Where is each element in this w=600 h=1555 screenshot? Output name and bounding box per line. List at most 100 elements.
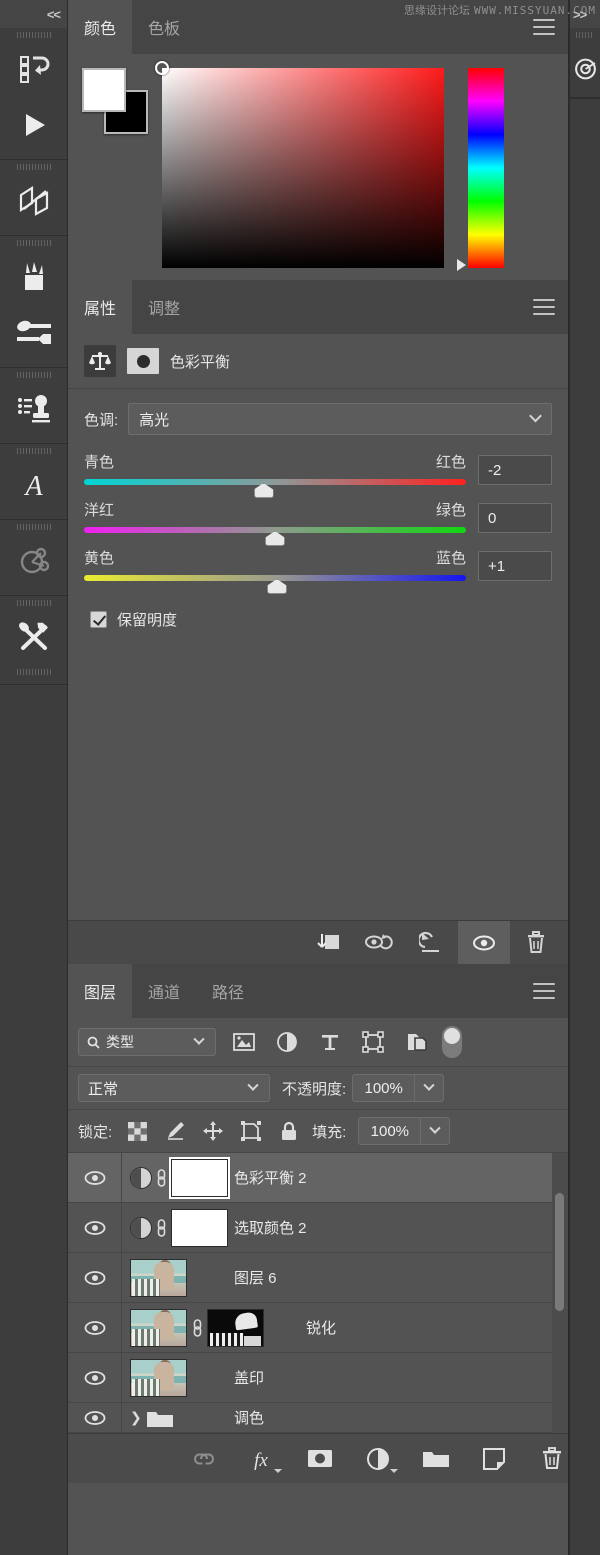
filter-type-select[interactable]: 类型 — [78, 1028, 216, 1056]
table-row[interactable]: 选取颜色 2 — [68, 1202, 568, 1253]
layer-scrollbar-thumb[interactable] — [555, 1193, 564, 1311]
adjustment-filter-icon[interactable] — [265, 1027, 308, 1057]
hue-slider[interactable] — [457, 68, 504, 271]
foreground-color-swatch[interactable] — [82, 68, 126, 112]
tab-swatches[interactable]: 色板 — [132, 0, 197, 54]
layer-visibility-toggle[interactable] — [68, 1152, 122, 1203]
lock-transparency-icon[interactable] — [118, 1118, 156, 1144]
layer-image-thumbnail[interactable] — [130, 1258, 187, 1297]
tone-select[interactable]: 高光 — [128, 403, 552, 435]
layer-thumbnails[interactable] — [122, 1308, 294, 1347]
layer-visibility-toggle[interactable] — [68, 1202, 122, 1253]
delete-layer-icon[interactable] — [537, 1444, 567, 1474]
link-mask-icon[interactable] — [156, 1168, 167, 1188]
layer-image-thumbnail[interactable] — [130, 1358, 187, 1397]
delete-icon[interactable] — [510, 921, 562, 965]
layer-mask-thumbnail[interactable] — [171, 1158, 228, 1197]
fill-stepper[interactable] — [420, 1117, 451, 1145]
layer-visibility-toggle[interactable] — [68, 1352, 122, 1403]
add-mask-icon[interactable] — [305, 1444, 335, 1474]
adjustment-thumbnail[interactable] — [130, 1216, 152, 1239]
pixel-filter-icon[interactable] — [222, 1027, 265, 1057]
play-icon[interactable] — [0, 97, 67, 153]
tab-adjustments[interactable]: 调整 — [132, 280, 197, 334]
slider-thumb[interactable] — [265, 531, 285, 546]
slider-value-input[interactable]: 0 — [478, 503, 552, 533]
rail-grip[interactable] — [0, 444, 67, 457]
fill-input[interactable]: 100% — [358, 1117, 421, 1145]
preview-toggle-icon[interactable] — [354, 921, 406, 965]
new-group-icon[interactable] — [421, 1444, 451, 1474]
actions-icon[interactable] — [0, 41, 67, 97]
filter-enable-toggle[interactable] — [442, 1026, 462, 1058]
link-mask-icon[interactable] — [156, 1218, 167, 1238]
slider-thumb[interactable] — [253, 483, 274, 498]
new-layer-icon[interactable] — [479, 1444, 509, 1474]
layer-mask-thumbnail[interactable] — [127, 348, 159, 374]
slider-value-input[interactable]: +1 — [478, 551, 552, 581]
chevron-right-icon[interactable]: ❯ — [130, 1409, 142, 1426]
rail-grip[interactable] — [0, 596, 67, 609]
link-mask-icon[interactable] — [191, 1318, 203, 1338]
tab-paths[interactable]: 路径 — [196, 964, 261, 1018]
slider-track[interactable] — [84, 575, 466, 594]
hue-marker-icon[interactable] — [457, 259, 466, 271]
reset-icon[interactable] — [406, 921, 458, 965]
rail-collapse-bar[interactable]: << — [0, 0, 67, 28]
tool-presets-icon[interactable] — [0, 609, 67, 665]
rail-grip[interactable] — [0, 665, 67, 678]
layer-style-icon[interactable]: fx — [247, 1444, 282, 1474]
blend-mode-select[interactable]: 正常 — [78, 1074, 270, 1102]
tab-channels[interactable]: 通道 — [132, 964, 197, 1018]
preserve-luminosity-checkbox[interactable] — [90, 611, 107, 628]
brushes-icon[interactable] — [0, 249, 67, 305]
type-filter-icon[interactable] — [308, 1027, 351, 1057]
glyphs-icon[interactable]: A — [0, 457, 67, 513]
brush-settings-icon[interactable] — [0, 305, 67, 361]
lock-image-icon[interactable] — [156, 1118, 194, 1144]
shape-filter-icon[interactable] — [351, 1027, 394, 1057]
rail-grip[interactable] — [0, 520, 67, 533]
layer-image-thumbnail[interactable] — [130, 1308, 187, 1347]
rail-grip[interactable] — [0, 236, 67, 249]
color-panel-menu-icon[interactable] — [533, 19, 555, 35]
table-row[interactable]: 图层 6 — [68, 1252, 568, 1303]
hue-strip[interactable] — [468, 68, 504, 268]
link-layers-icon[interactable] — [189, 1444, 219, 1474]
rail-grip[interactable] — [0, 160, 67, 173]
clip-to-layer-icon[interactable] — [302, 921, 354, 965]
slider-track[interactable] — [84, 527, 466, 546]
rotate-view-icon[interactable] — [0, 173, 67, 229]
layer-thumbnails[interactable] — [122, 1158, 228, 1197]
new-adjustment-icon[interactable] — [363, 1444, 398, 1474]
tab-layers[interactable]: 图层 — [68, 964, 133, 1018]
layer-thumbnails[interactable] — [122, 1358, 222, 1397]
smart-object-filter-icon[interactable] — [394, 1027, 437, 1057]
opacity-stepper[interactable] — [414, 1074, 445, 1102]
tab-color[interactable]: 颜色 — [68, 0, 133, 54]
visibility-icon[interactable] — [458, 920, 510, 965]
table-row[interactable]: 锐化 — [68, 1302, 568, 1353]
rail-grip[interactable] — [0, 368, 67, 381]
lock-position-icon[interactable] — [194, 1118, 232, 1144]
table-row[interactable]: 色彩平衡 2 — [68, 1152, 568, 1203]
slider-value-input[interactable]: -2 — [478, 455, 552, 485]
layer-mask-thumbnail[interactable] — [171, 1208, 228, 1247]
adjustment-thumbnail[interactable] — [130, 1166, 152, 1189]
opacity-input[interactable]: 100% — [352, 1074, 415, 1102]
collapse-left-icon[interactable]: << — [47, 7, 61, 22]
color-spectrum[interactable] — [155, 61, 444, 268]
lock-artboard-icon[interactable] — [232, 1118, 270, 1144]
layer-visibility-toggle[interactable] — [68, 1403, 122, 1432]
layer-group-thumbnails[interactable]: ❯ — [122, 1407, 222, 1429]
3d-icon[interactable] — [0, 533, 67, 589]
3d-icon[interactable] — [569, 41, 600, 97]
spectrum-cursor[interactable] — [155, 61, 169, 75]
slider-track[interactable] — [84, 479, 466, 498]
layer-visibility-toggle[interactable] — [68, 1302, 122, 1353]
clone-source-icon[interactable] — [0, 381, 67, 437]
layer-visibility-toggle[interactable] — [68, 1252, 122, 1303]
lock-all-icon[interactable] — [270, 1118, 308, 1144]
layers-panel-menu-icon[interactable] — [533, 983, 555, 999]
layer-mask-thumbnail[interactable] — [207, 1308, 264, 1347]
